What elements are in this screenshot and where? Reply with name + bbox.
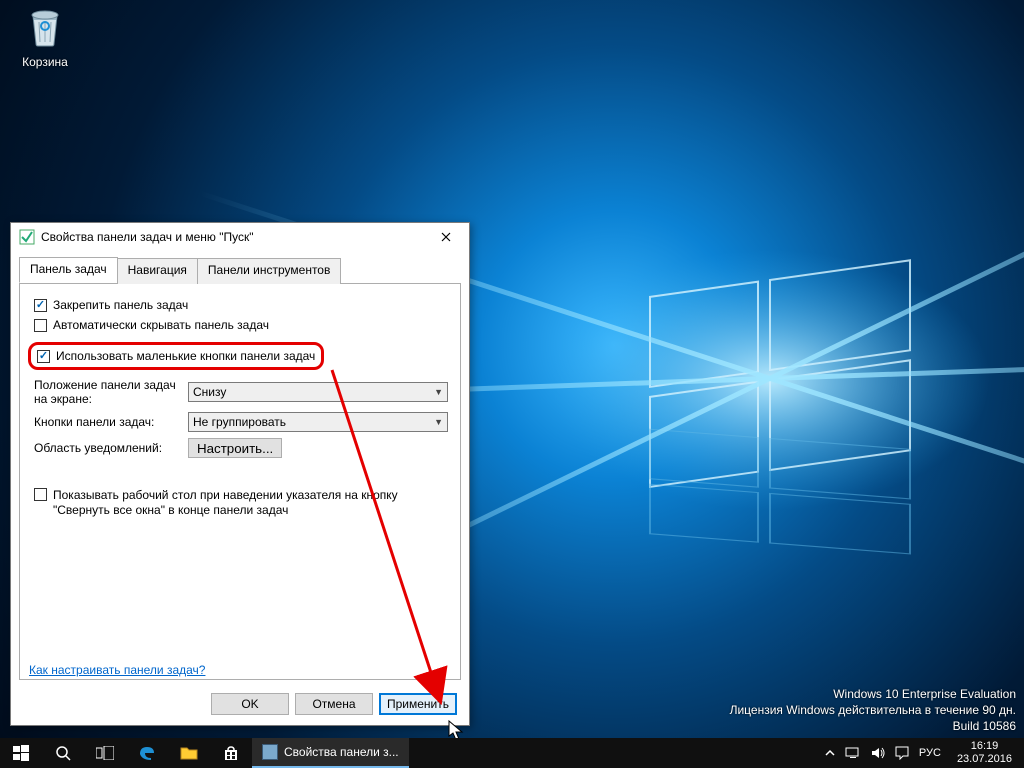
label-buttons: Кнопки панели задач: bbox=[34, 415, 188, 429]
watermark-line2: Лицензия Windows действительна в течение… bbox=[730, 702, 1016, 718]
combo-buttons[interactable]: Не группировать ▼ bbox=[188, 412, 448, 432]
ok-button[interactable]: OK bbox=[211, 693, 289, 715]
store-button[interactable] bbox=[210, 738, 252, 768]
label-lock-taskbar: Закрепить панель задач bbox=[53, 298, 188, 312]
tab-toolbars[interactable]: Панели инструментов bbox=[197, 258, 341, 284]
edge-icon bbox=[138, 744, 156, 762]
combo-position-value: Снизу bbox=[193, 385, 226, 399]
customize-notification-button[interactable]: Настроить... bbox=[188, 438, 282, 458]
close-icon bbox=[441, 232, 451, 242]
recycle-bin-label: Корзина bbox=[6, 55, 84, 69]
tab-body: Закрепить панель задач Автоматически скр… bbox=[19, 284, 461, 680]
tab-taskbar[interactable]: Панель задач bbox=[19, 257, 118, 283]
apply-button[interactable]: Применить bbox=[379, 693, 457, 715]
action-center-icon[interactable] bbox=[895, 746, 909, 760]
task-thumb-icon bbox=[262, 744, 278, 760]
windows-icon bbox=[13, 745, 29, 761]
watermark-line1: Windows 10 Enterprise Evaluation bbox=[730, 686, 1016, 702]
dialog-buttons: OK Отмена Применить bbox=[211, 693, 457, 715]
desktop: Корзина Windows 10 Enterprise Evaluation… bbox=[0, 0, 1024, 768]
label-notification-area: Область уведомлений: bbox=[34, 441, 188, 455]
dialog-title: Свойства панели задач и меню "Пуск" bbox=[41, 230, 423, 244]
annotation-highlight: Использовать маленькие кнопки панели зад… bbox=[28, 342, 324, 370]
tray-chevron-up-icon[interactable] bbox=[825, 748, 835, 758]
task-view-icon bbox=[96, 746, 114, 760]
chevron-down-icon: ▼ bbox=[434, 387, 443, 397]
folder-icon bbox=[180, 745, 198, 761]
watermark-line3: Build 10586 bbox=[730, 718, 1016, 734]
volume-icon[interactable] bbox=[871, 746, 885, 760]
checkbox-small-buttons[interactable] bbox=[37, 350, 50, 363]
help-link[interactable]: Как настраивать панели задач? bbox=[29, 663, 205, 677]
dialog-icon bbox=[19, 229, 35, 245]
label-position: Положение панели задач на экране: bbox=[34, 378, 188, 406]
checkbox-lock-taskbar[interactable] bbox=[34, 299, 47, 312]
file-explorer-button[interactable] bbox=[168, 738, 210, 768]
tab-navigation[interactable]: Навигация bbox=[117, 258, 198, 284]
search-button[interactable] bbox=[42, 738, 84, 768]
store-icon bbox=[223, 745, 239, 761]
label-autohide: Автоматически скрывать панель задач bbox=[53, 318, 269, 332]
search-icon bbox=[55, 745, 71, 761]
task-label: Свойства панели з... bbox=[284, 745, 399, 759]
windows-watermark: Windows 10 Enterprise Evaluation Лицензи… bbox=[730, 686, 1016, 734]
label-peek: Показывать рабочий стол при наведении ук… bbox=[53, 488, 433, 518]
close-button[interactable] bbox=[429, 226, 463, 248]
recycle-bin-icon bbox=[21, 2, 69, 50]
label-small-buttons: Использовать маленькие кнопки панели зад… bbox=[56, 349, 315, 363]
task-view-button[interactable] bbox=[84, 738, 126, 768]
edge-button[interactable] bbox=[126, 738, 168, 768]
system-tray: РУС 16:19 23.07.2016 bbox=[819, 738, 1024, 768]
clock[interactable]: 16:19 23.07.2016 bbox=[951, 738, 1018, 768]
network-icon[interactable] bbox=[845, 747, 861, 759]
clock-time: 16:19 bbox=[957, 740, 1012, 753]
tabs: Панель задач Навигация Панели инструмент… bbox=[19, 257, 461, 284]
taskbar: Свойства панели з... РУС 16:19 23.07.201… bbox=[0, 738, 1024, 768]
checkbox-peek[interactable] bbox=[34, 488, 47, 501]
start-button[interactable] bbox=[0, 738, 42, 768]
taskbar-properties-dialog: Свойства панели задач и меню "Пуск" Пане… bbox=[10, 222, 470, 726]
cancel-button[interactable]: Отмена bbox=[295, 693, 373, 715]
combo-position[interactable]: Снизу ▼ bbox=[188, 382, 448, 402]
combo-buttons-value: Не группировать bbox=[193, 415, 286, 429]
chevron-down-icon: ▼ bbox=[434, 417, 443, 427]
recycle-bin[interactable]: Корзина bbox=[6, 2, 84, 69]
titlebar[interactable]: Свойства панели задач и меню "Пуск" bbox=[11, 223, 469, 251]
clock-date: 23.07.2016 bbox=[957, 753, 1012, 766]
checkbox-autohide[interactable] bbox=[34, 319, 47, 332]
language-indicator[interactable]: РУС bbox=[919, 747, 941, 759]
taskbar-task-properties[interactable]: Свойства панели з... bbox=[252, 738, 409, 768]
